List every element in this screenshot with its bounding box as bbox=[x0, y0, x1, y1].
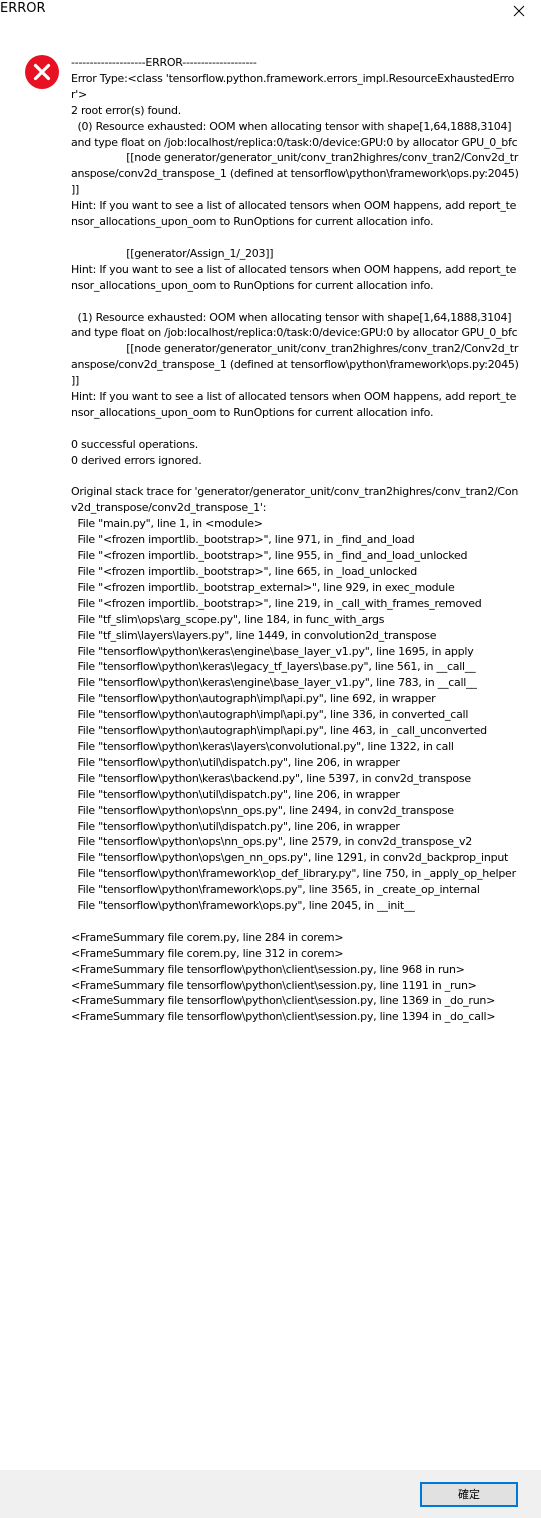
title-bar: ERROR bbox=[0, 0, 541, 22]
close-icon bbox=[513, 5, 525, 17]
error-message: --------------------ERROR---------------… bbox=[71, 56, 519, 1024]
error-icon bbox=[24, 54, 60, 90]
button-bar: 確定 bbox=[0, 1470, 541, 1518]
ok-button[interactable]: 確定 bbox=[420, 1482, 518, 1507]
window-title: ERROR bbox=[0, 1, 46, 16]
close-button[interactable] bbox=[497, 0, 541, 22]
